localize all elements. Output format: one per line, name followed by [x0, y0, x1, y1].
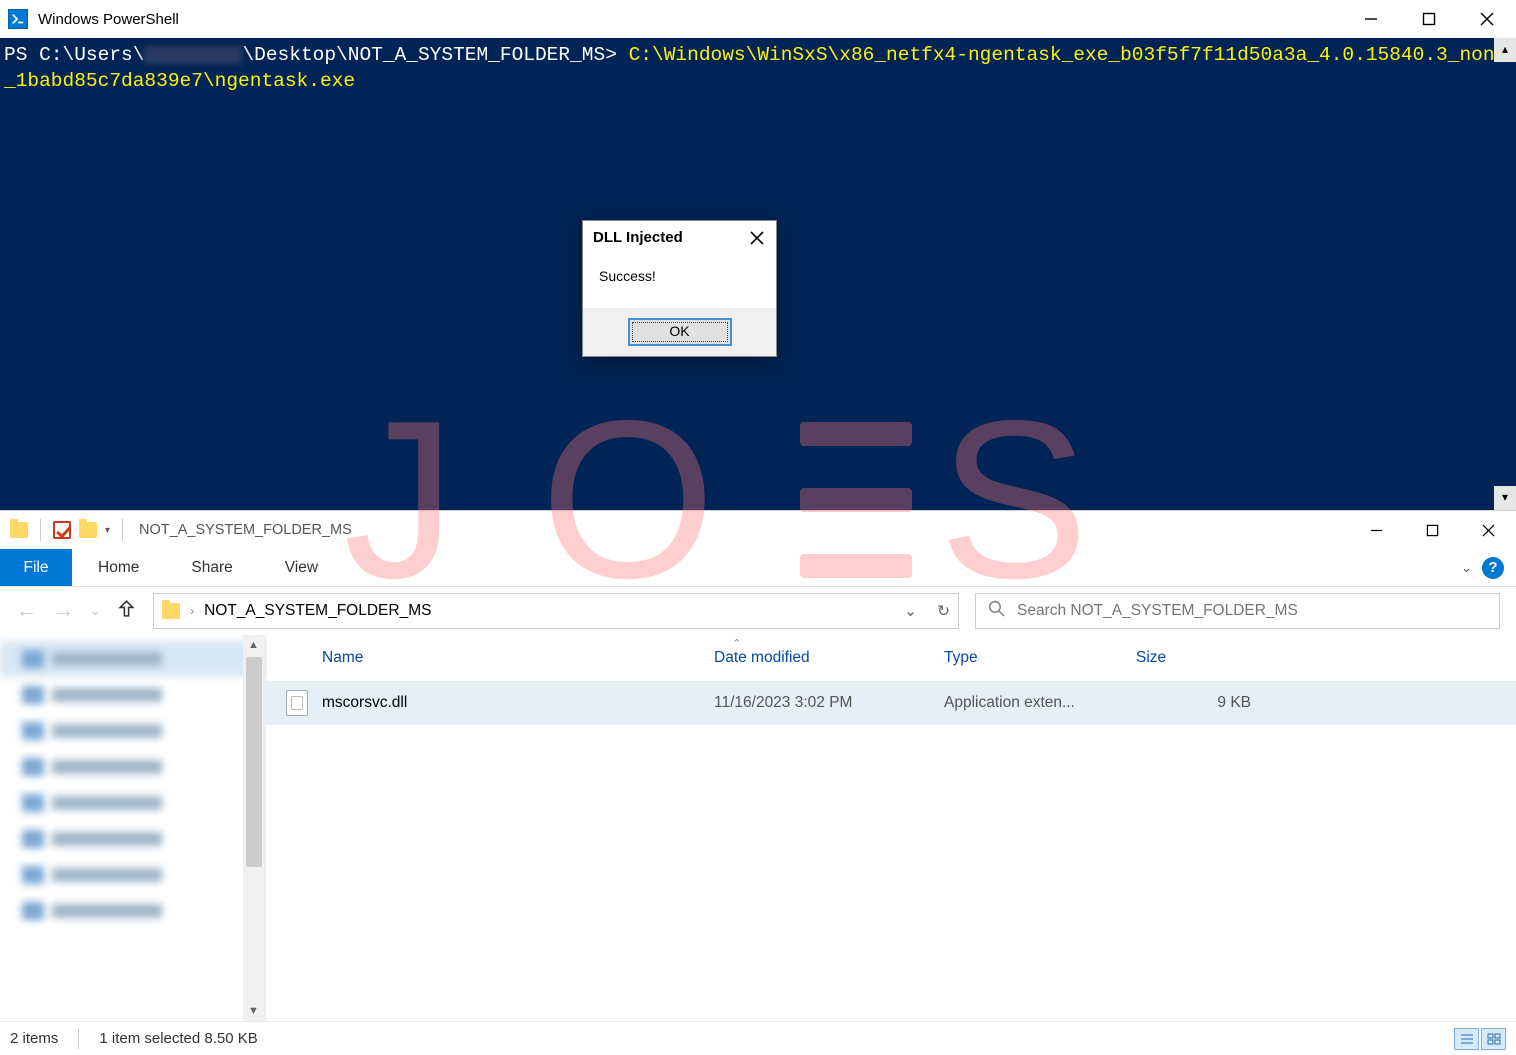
- ribbon-view-tab[interactable]: View: [259, 549, 344, 586]
- breadcrumb[interactable]: NOT_A_SYSTEM_FOLDER_MS: [204, 602, 431, 620]
- search-icon: [988, 600, 1005, 622]
- status-selected: 1 item selected 8.50 KB: [99, 1030, 257, 1047]
- side-item[interactable]: [0, 893, 265, 929]
- blurred-username: [144, 46, 242, 64]
- col-size[interactable]: Size: [1126, 649, 1266, 667]
- status-items: 2 items: [10, 1030, 58, 1047]
- col-date[interactable]: Date modified: [704, 649, 934, 667]
- side-item[interactable]: [0, 857, 265, 893]
- explorer-title-text: NOT_A_SYSTEM_FOLDER_MS: [139, 522, 352, 538]
- prompt-prefix: PS C:\Users\: [4, 44, 144, 66]
- explorer-content[interactable]: ⌃ Name Date modified Type Size mscorsvc.…: [266, 635, 1516, 1021]
- sort-indicator-icon: ⌃: [732, 637, 741, 650]
- side-item[interactable]: [0, 641, 265, 677]
- side-item[interactable]: [0, 677, 265, 713]
- explorer-sidebar[interactable]: [0, 635, 266, 1021]
- dll-file-icon: [286, 690, 308, 716]
- qat-newfolder-icon[interactable]: [79, 522, 97, 538]
- powershell-icon: [8, 9, 28, 29]
- folder-icon: [10, 522, 28, 538]
- explorer-ribbon: File Home Share View ⌄ ?: [0, 549, 1516, 587]
- file-size: 9 KB: [1136, 694, 1276, 712]
- close-button[interactable]: [1458, 0, 1516, 38]
- explorer-minimize-button[interactable]: [1348, 511, 1404, 549]
- nav-forward-button[interactable]: →: [53, 599, 74, 623]
- address-bar[interactable]: › NOT_A_SYSTEM_FOLDER_MS ⌄ ↻: [153, 593, 959, 629]
- messagebox-dialog: DLL Injected Success! OK: [582, 220, 777, 357]
- help-icon[interactable]: ?: [1482, 557, 1504, 579]
- ribbon-home-tab[interactable]: Home: [72, 549, 165, 586]
- file-name: mscorsvc.dll: [322, 694, 714, 712]
- file-type: Application exten...: [944, 694, 1136, 712]
- explorer-maximize-button[interactable]: [1404, 511, 1460, 549]
- chevron-right-icon[interactable]: ›: [190, 604, 194, 618]
- sidebar-scrollbar[interactable]: [243, 635, 265, 1021]
- dialog-ok-button[interactable]: OK: [628, 318, 732, 346]
- explorer-navbar: ← → ⌄ › NOT_A_SYSTEM_FOLDER_MS ⌄ ↻: [0, 587, 1516, 635]
- refresh-icon[interactable]: ↻: [937, 602, 950, 621]
- side-item[interactable]: [0, 821, 265, 857]
- side-item[interactable]: [0, 785, 265, 821]
- column-headers[interactable]: ⌃ Name Date modified Type Size: [266, 635, 1516, 681]
- maximize-button[interactable]: [1400, 0, 1458, 38]
- view-details-icon[interactable]: [1454, 1028, 1479, 1050]
- dialog-titlebar[interactable]: DLL Injected: [583, 221, 776, 254]
- dialog-title-text: DLL Injected: [593, 229, 683, 246]
- explorer-close-button[interactable]: [1460, 511, 1516, 549]
- dialog-message: Success!: [599, 268, 656, 284]
- minimize-button[interactable]: [1342, 0, 1400, 38]
- qat-properties-icon[interactable]: [53, 521, 71, 539]
- view-icons-icon[interactable]: [1481, 1028, 1506, 1050]
- nav-history-icon[interactable]: ⌄: [90, 604, 100, 618]
- explorer-titlebar[interactable]: ▾ NOT_A_SYSTEM_FOLDER_MS: [0, 511, 1516, 549]
- search-input[interactable]: [1017, 602, 1487, 620]
- col-type[interactable]: Type: [934, 649, 1126, 667]
- powershell-title: Windows PowerShell: [38, 11, 179, 28]
- ribbon-file-tab[interactable]: File: [0, 549, 72, 586]
- console-scroll-down[interactable]: ▾: [1494, 486, 1516, 510]
- side-item[interactable]: [0, 749, 265, 785]
- addr-folder-icon: [162, 603, 180, 619]
- nav-up-button[interactable]: [116, 598, 137, 624]
- col-name[interactable]: Name: [312, 649, 704, 667]
- file-date: 11/16/2023 3:02 PM: [714, 694, 944, 712]
- powershell-titlebar[interactable]: Windows PowerShell: [0, 0, 1516, 38]
- explorer-window: ▾ NOT_A_SYSTEM_FOLDER_MS File Home Share…: [0, 510, 1516, 1055]
- explorer-statusbar: 2 items 1 item selected 8.50 KB: [0, 1021, 1516, 1055]
- file-row[interactable]: mscorsvc.dll 11/16/2023 3:02 PM Applicat…: [266, 681, 1516, 725]
- prompt-path: \Desktop\NOT_A_SYSTEM_FOLDER_MS>: [242, 44, 616, 66]
- ribbon-expand-icon[interactable]: ⌄: [1461, 560, 1472, 576]
- nav-back-button[interactable]: ←: [16, 599, 37, 623]
- qat-menu-icon[interactable]: ▾: [105, 525, 110, 536]
- addr-dropdown-icon[interactable]: ⌄: [904, 602, 917, 621]
- ribbon-share-tab[interactable]: Share: [165, 549, 258, 586]
- console-scroll-up[interactable]: ▴: [1494, 38, 1516, 62]
- dialog-close-button[interactable]: [742, 231, 766, 245]
- dialog-body: Success!: [583, 254, 776, 308]
- side-item[interactable]: [0, 713, 265, 749]
- search-box[interactable]: [975, 593, 1500, 629]
